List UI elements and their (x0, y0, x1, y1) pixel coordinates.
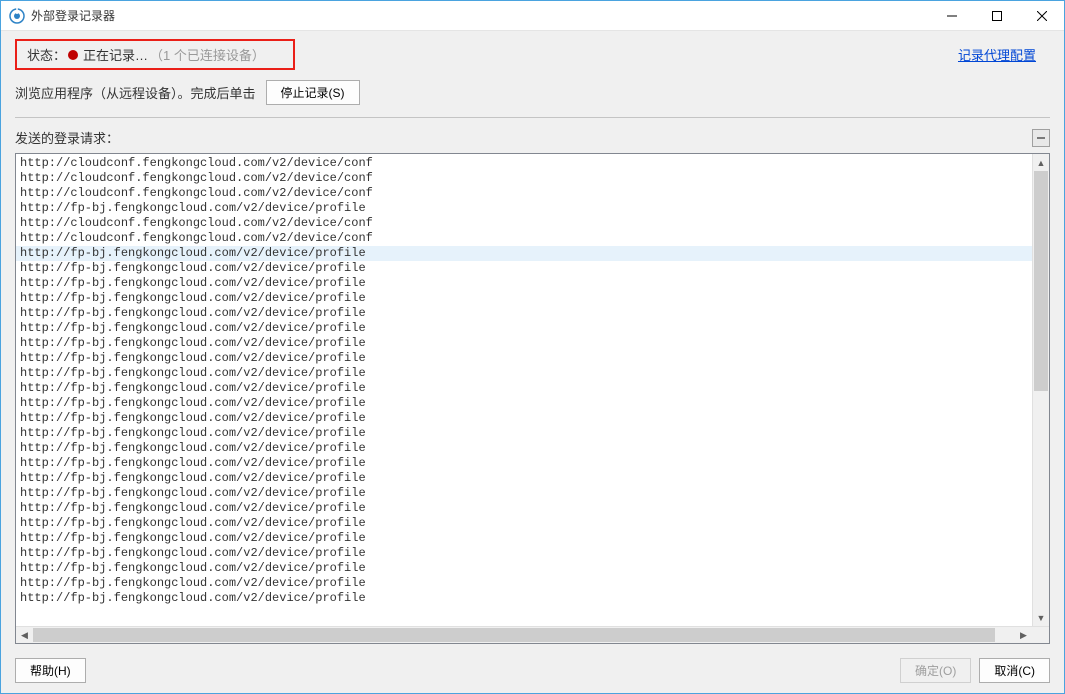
request-list-item[interactable]: http://cloudconf.fengkongcloud.com/v2/de… (16, 186, 1032, 201)
instruction-text: 浏览应用程序（从远程设备）。完成后单击 (15, 83, 256, 102)
instruction-row: 浏览应用程序（从远程设备）。完成后单击 停止记录(S) (1, 74, 1064, 117)
request-list-item[interactable]: http://cloudconf.fengkongcloud.com/v2/de… (16, 171, 1032, 186)
app-window: 外部登录记录器 状态： 正在记录… （1 个已连接设备） 记录代理配置 浏览 (0, 0, 1065, 694)
minimize-button[interactable] (929, 1, 974, 30)
vertical-scrollbar[interactable]: ▲ ▼ (1032, 154, 1049, 626)
request-list-item[interactable]: http://fp-bj.fengkongcloud.com/v2/device… (16, 381, 1032, 396)
request-list-item[interactable]: http://fp-bj.fengkongcloud.com/v2/device… (16, 336, 1032, 351)
request-list-item[interactable]: http://fp-bj.fengkongcloud.com/v2/device… (16, 306, 1032, 321)
request-list-item[interactable]: http://cloudconf.fengkongcloud.com/v2/de… (16, 216, 1032, 231)
status-label: 状态： (27, 45, 66, 64)
maximize-button[interactable] (974, 1, 1019, 30)
request-list-item[interactable]: http://fp-bj.fengkongcloud.com/v2/device… (16, 396, 1032, 411)
scroll-right-arrow-icon[interactable]: ▶ (1015, 627, 1032, 644)
status-row: 状态： 正在记录… （1 个已连接设备） 记录代理配置 (1, 31, 1064, 74)
scroll-up-arrow-icon[interactable]: ▲ (1033, 154, 1050, 171)
body-area: 状态： 正在记录… （1 个已连接设备） 记录代理配置 浏览应用程序（从远程设备… (1, 31, 1064, 693)
status-devices-text: （1 个已连接设备） (150, 45, 265, 64)
horizontal-scroll-thumb[interactable] (33, 628, 995, 642)
footer: 帮助(H) 确定(O) 取消(C) (1, 652, 1064, 693)
section-header: 发送的登录请求： (1, 118, 1064, 151)
vertical-scroll-thumb[interactable] (1034, 171, 1048, 391)
horizontal-scroll-track[interactable] (33, 627, 1015, 643)
request-list-item[interactable]: http://fp-bj.fengkongcloud.com/v2/device… (16, 486, 1032, 501)
request-list-item[interactable]: http://fp-bj.fengkongcloud.com/v2/device… (16, 471, 1032, 486)
request-list[interactable]: http://cloudconf.fengkongcloud.com/v2/de… (16, 154, 1032, 626)
request-list-item[interactable]: http://fp-bj.fengkongcloud.com/v2/device… (16, 546, 1032, 561)
window-title: 外部登录记录器 (31, 7, 115, 24)
request-list-item[interactable]: http://fp-bj.fengkongcloud.com/v2/device… (16, 576, 1032, 591)
status-recording-text: 正在记录… (83, 45, 148, 64)
request-list-item[interactable]: http://fp-bj.fengkongcloud.com/v2/device… (16, 366, 1032, 381)
request-list-item[interactable]: http://cloudconf.fengkongcloud.com/v2/de… (16, 231, 1032, 246)
proxy-config-link[interactable]: 记录代理配置 (958, 45, 1050, 64)
section-title: 发送的登录请求： (15, 128, 119, 147)
request-list-item[interactable]: http://fp-bj.fengkongcloud.com/v2/device… (16, 261, 1032, 276)
request-list-item[interactable]: http://fp-bj.fengkongcloud.com/v2/device… (16, 276, 1032, 291)
request-list-item[interactable]: http://fp-bj.fengkongcloud.com/v2/device… (16, 456, 1032, 471)
request-list-item[interactable]: http://fp-bj.fengkongcloud.com/v2/device… (16, 591, 1032, 606)
horizontal-scrollbar[interactable]: ◀ ▶ (16, 626, 1049, 643)
vertical-scroll-track[interactable] (1033, 171, 1049, 609)
request-list-item[interactable]: http://fp-bj.fengkongcloud.com/v2/device… (16, 246, 1032, 261)
request-list-item[interactable]: http://fp-bj.fengkongcloud.com/v2/device… (16, 561, 1032, 576)
request-list-item[interactable]: http://fp-bj.fengkongcloud.com/v2/device… (16, 426, 1032, 441)
request-list-item[interactable]: http://fp-bj.fengkongcloud.com/v2/device… (16, 291, 1032, 306)
request-list-item[interactable]: http://fp-bj.fengkongcloud.com/v2/device… (16, 351, 1032, 366)
scroll-corner (1032, 627, 1049, 644)
request-list-item[interactable]: http://cloudconf.fengkongcloud.com/v2/de… (16, 156, 1032, 171)
scroll-down-arrow-icon[interactable]: ▼ (1033, 609, 1050, 626)
request-list-item[interactable]: http://fp-bj.fengkongcloud.com/v2/device… (16, 411, 1032, 426)
app-icon (9, 8, 25, 24)
request-list-item[interactable]: http://fp-bj.fengkongcloud.com/v2/device… (16, 201, 1032, 216)
collapse-button[interactable] (1032, 129, 1050, 147)
ok-button[interactable]: 确定(O) (900, 658, 971, 683)
request-list-item[interactable]: http://fp-bj.fengkongcloud.com/v2/device… (16, 516, 1032, 531)
request-list-container: http://cloudconf.fengkongcloud.com/v2/de… (15, 153, 1050, 644)
scroll-left-arrow-icon[interactable]: ◀ (16, 627, 33, 644)
window-controls (929, 1, 1064, 30)
request-list-item[interactable]: http://fp-bj.fengkongcloud.com/v2/device… (16, 441, 1032, 456)
status-box: 状态： 正在记录… （1 个已连接设备） (15, 39, 295, 70)
cancel-button[interactable]: 取消(C) (979, 658, 1050, 683)
stop-recording-button[interactable]: 停止记录(S) (266, 80, 360, 105)
help-button[interactable]: 帮助(H) (15, 658, 86, 683)
request-list-body: http://cloudconf.fengkongcloud.com/v2/de… (16, 154, 1049, 626)
request-list-item[interactable]: http://fp-bj.fengkongcloud.com/v2/device… (16, 531, 1032, 546)
request-list-item[interactable]: http://fp-bj.fengkongcloud.com/v2/device… (16, 501, 1032, 516)
recording-dot-icon (68, 50, 78, 60)
titlebar[interactable]: 外部登录记录器 (1, 1, 1064, 31)
close-button[interactable] (1019, 1, 1064, 30)
request-list-item[interactable]: http://fp-bj.fengkongcloud.com/v2/device… (16, 321, 1032, 336)
